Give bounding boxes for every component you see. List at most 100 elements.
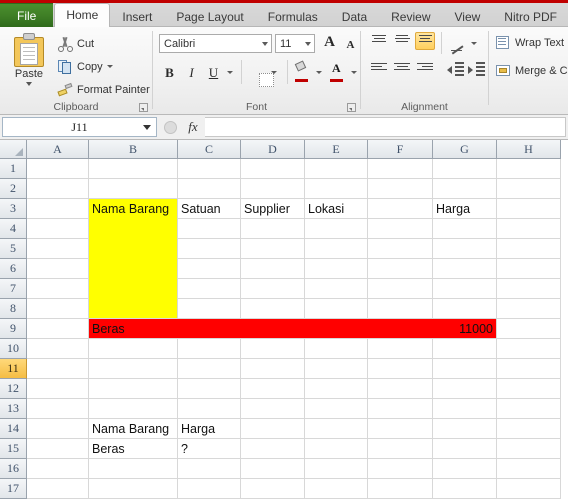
worksheet-grid[interactable]: A B C D E F G H 1 2 3 4 5 6 7 8 9 10 11 12 13 14 15 16 17 Nama Ba… (0, 140, 568, 504)
cell-E10[interactable] (305, 339, 368, 359)
cell-F4[interactable] (368, 219, 433, 239)
cut-button[interactable]: Cut (57, 34, 94, 53)
cell-F7[interactable] (368, 279, 433, 299)
cell-E14[interactable] (305, 419, 368, 439)
cell-H15[interactable] (497, 439, 561, 459)
cell-H10[interactable] (497, 339, 561, 359)
row-header-15[interactable]: 15 (0, 439, 27, 459)
font-color-button[interactable]: A (329, 61, 348, 82)
cell-A14[interactable] (27, 419, 89, 439)
row-header-16[interactable]: 16 (0, 459, 27, 479)
cell-E11[interactable] (305, 359, 368, 379)
merge-center-button[interactable]: Merge & Center (495, 61, 568, 80)
cell-B16[interactable] (89, 459, 178, 479)
cell-C5[interactable] (178, 239, 241, 259)
wrap-text-button[interactable]: Wrap Text (495, 33, 564, 52)
cell-C17[interactable] (178, 479, 241, 499)
cell-C2[interactable] (178, 179, 241, 199)
ribbon-tab-insert[interactable]: Insert (110, 5, 164, 27)
cell-D2[interactable] (241, 179, 305, 199)
cell-E4[interactable] (305, 219, 368, 239)
cell-D4[interactable] (241, 219, 305, 239)
cell-C13[interactable] (178, 399, 241, 419)
cell-E6[interactable] (305, 259, 368, 279)
cell-H9[interactable] (497, 319, 561, 339)
row-header-6[interactable]: 6 (0, 259, 27, 279)
cell-G8[interactable] (433, 299, 497, 319)
cell-D7[interactable] (241, 279, 305, 299)
shrink-font-button[interactable]: A (341, 34, 360, 55)
ribbon-tab-review[interactable]: Review (379, 5, 442, 27)
cell-B13[interactable] (89, 399, 178, 419)
cell-C8[interactable] (178, 299, 241, 319)
underline-button[interactable]: U (204, 62, 223, 83)
row-header-5[interactable]: 5 (0, 239, 27, 259)
row-header-13[interactable]: 13 (0, 399, 27, 419)
column-header-g[interactable]: G (433, 140, 497, 159)
cell-D6[interactable] (241, 259, 305, 279)
orientation-dropdown[interactable] (468, 33, 479, 54)
row-header-10[interactable]: 10 (0, 339, 27, 359)
chevron-down-icon[interactable] (143, 124, 151, 130)
cell-A8[interactable] (27, 299, 89, 319)
cell-C12[interactable] (178, 379, 241, 399)
cell-H8[interactable] (497, 299, 561, 319)
column-header-h[interactable]: H (497, 140, 561, 159)
cell-C10[interactable] (178, 339, 241, 359)
cell-G14[interactable] (433, 419, 497, 439)
insert-function-icon[interactable]: fx (181, 119, 205, 135)
fill-color-dropdown[interactable] (313, 62, 324, 83)
row-header-2[interactable]: 2 (0, 179, 27, 199)
cell-H3[interactable] (497, 199, 561, 219)
grow-font-button[interactable]: A (320, 32, 339, 53)
cell-G17[interactable] (433, 479, 497, 499)
cell-A6[interactable] (27, 259, 89, 279)
cell-G11[interactable] (433, 359, 497, 379)
cell-E16[interactable] (305, 459, 368, 479)
cell-B17[interactable] (89, 479, 178, 499)
cell-F5[interactable] (368, 239, 433, 259)
cell-H6[interactable] (497, 259, 561, 279)
formula-input[interactable] (205, 117, 566, 137)
row-header-8[interactable]: 8 (0, 299, 27, 319)
ribbon-tab-file[interactable]: File (0, 3, 54, 27)
align-bottom-button[interactable] (415, 32, 435, 50)
borders-dropdown[interactable] (268, 62, 279, 83)
cell-G5[interactable] (433, 239, 497, 259)
cell-H13[interactable] (497, 399, 561, 419)
cell-G13[interactable] (433, 399, 497, 419)
cell-A4[interactable] (27, 219, 89, 239)
underline-dropdown[interactable] (224, 62, 235, 83)
cell-D5[interactable] (241, 239, 305, 259)
cell-A2[interactable] (27, 179, 89, 199)
copy-button[interactable]: Copy (57, 57, 113, 76)
cell-F10[interactable] (368, 339, 433, 359)
borders-button[interactable] (249, 62, 274, 87)
orientation-button[interactable] (449, 32, 468, 54)
cell-F16[interactable] (368, 459, 433, 479)
column-header-c[interactable]: C (178, 140, 241, 159)
decrease-indent-button[interactable] (446, 60, 465, 81)
cell-H17[interactable] (497, 479, 561, 499)
cell-E17[interactable] (305, 479, 368, 499)
cell-G15[interactable] (433, 439, 497, 459)
cell-G2[interactable] (433, 179, 497, 199)
cell-E7[interactable] (305, 279, 368, 299)
row-header-1[interactable]: 1 (0, 159, 27, 179)
ribbon-tab-page-layout[interactable]: Page Layout (164, 5, 255, 27)
row-header-11[interactable]: 11 (0, 359, 27, 379)
cell-C1[interactable] (178, 159, 241, 179)
cell-F14[interactable] (368, 419, 433, 439)
cell-A11[interactable] (27, 359, 89, 379)
column-header-b[interactable]: B (89, 140, 178, 159)
cell-F13[interactable] (368, 399, 433, 419)
cell-G6[interactable] (433, 259, 497, 279)
cell-G4[interactable] (433, 219, 497, 239)
cell-H2[interactable] (497, 179, 561, 199)
cell-H16[interactable] (497, 459, 561, 479)
select-all-corner[interactable] (0, 140, 27, 159)
cell-F1[interactable] (368, 159, 433, 179)
cell-G12[interactable] (433, 379, 497, 399)
align-center-button[interactable] (392, 61, 412, 79)
cell-D17[interactable] (241, 479, 305, 499)
